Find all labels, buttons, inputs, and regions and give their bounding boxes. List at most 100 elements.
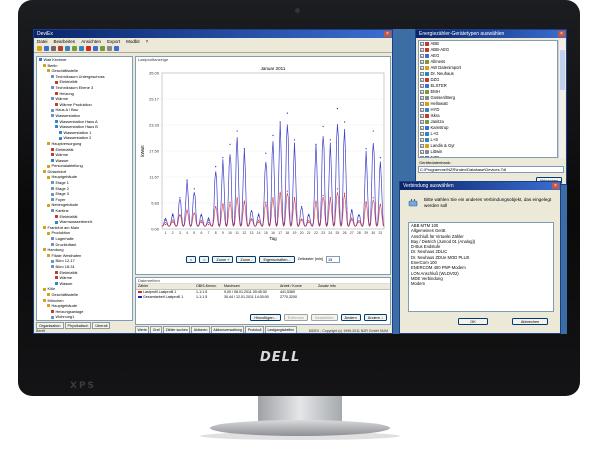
expand-icon[interactable]: +: [420, 90, 424, 94]
expand-icon[interactable]: +: [420, 144, 424, 148]
expand-icon[interactable]: +: [420, 156, 424, 157]
series-action-button[interactable]: Entfernen: [283, 314, 309, 321]
table-icon[interactable]: [93, 46, 98, 51]
manufacturer-icon: [424, 120, 429, 124]
connection-option[interactable]: Modem: [409, 281, 553, 286]
table-cell-text: Gesamtarbeit Lastprofil 1: [143, 295, 184, 299]
expand-icon[interactable]: +: [420, 72, 424, 76]
device-item[interactable]: + NZR: [419, 155, 557, 157]
properties-button[interactable]: Eigenschaften...: [259, 255, 295, 263]
close-icon[interactable]: ×: [384, 31, 391, 37]
menu-item[interactable]: Bearbeiten: [54, 38, 76, 45]
expand-icon[interactable]: +: [420, 120, 424, 124]
y-tick-label: 0.00: [151, 227, 160, 232]
expand-icon[interactable]: +: [420, 60, 424, 64]
expand-icon[interactable]: +: [420, 78, 424, 82]
device-db-path-field[interactable]: C:\Programme\NZR\index\Database\Devices.…: [418, 166, 564, 173]
ok-button[interactable]: OK: [458, 318, 488, 325]
expand-icon[interactable]: +: [420, 126, 424, 130]
data-point: [379, 203, 382, 206]
copy-icon[interactable]: [65, 46, 70, 51]
column-header[interactable]: Arbeit / Kurve: [280, 284, 318, 289]
zoom-in-button[interactable]: Zoom +: [212, 255, 234, 263]
next-button[interactable]: >: [199, 255, 210, 263]
column-header[interactable]: Maximum: [224, 284, 280, 289]
paste-icon[interactable]: [72, 46, 77, 51]
expand-icon[interactable]: +: [420, 132, 424, 136]
tree-node-icon: [47, 142, 50, 146]
tree-node-icon: [55, 80, 58, 84]
device-window-titlebar[interactable]: Energiezähler-Gerätetypen auswählen ×: [416, 30, 566, 38]
load-profile-chart[interactable]: 0.005.8311.6717.5023.3329.1735.001 2 3 4 5 6 7…: [136, 61, 390, 251]
cut-icon[interactable]: [58, 46, 63, 51]
data-point: [329, 139, 331, 141]
expand-icon[interactable]: +: [420, 84, 424, 88]
x-tick-label: 20: [300, 231, 304, 235]
copyright-text: DiDEX - Copyright (c) 1999-2011 NZR GmbH…: [308, 329, 388, 333]
tree-node-icon: [51, 237, 54, 241]
chart-icon[interactable]: [86, 46, 91, 51]
column-header[interactable]: OBIS-Kennz.: [196, 284, 224, 289]
expand-icon[interactable]: +: [420, 48, 424, 52]
export-icon[interactable]: [100, 46, 105, 51]
chart-pane: Lastprofilanzeige 0.00 5.83 11.67 17.50 23.3…: [135, 56, 391, 275]
status-bar: Bereit DiDEX - Copyright (c) 1999-2011 N…: [34, 328, 392, 333]
data-point: [286, 112, 288, 114]
data-point: [258, 221, 260, 223]
prev-button[interactable]: <: [185, 255, 197, 263]
main-window-titlebar[interactable]: DeviEx ×: [34, 30, 392, 38]
expand-icon[interactable]: +: [420, 96, 424, 100]
expand-icon[interactable]: +: [420, 138, 424, 142]
refresh-icon[interactable]: [79, 46, 84, 51]
data-point: [365, 201, 367, 203]
expand-icon[interactable]: +: [420, 42, 424, 46]
data-point: [344, 192, 346, 194]
menu-item[interactable]: ?: [146, 38, 149, 45]
save-icon[interactable]: [44, 46, 49, 51]
x-tick-label: 11: [235, 231, 239, 235]
tree-node-icon: [55, 282, 58, 286]
x-tick-label: 19: [293, 231, 297, 235]
zoom-out-button[interactable]: Zoom -: [236, 255, 257, 263]
tree-node-icon: [59, 131, 62, 135]
open-icon[interactable]: [37, 46, 42, 51]
window-title: DeviEx: [37, 31, 53, 37]
menu-item[interactable]: Ansichten: [81, 38, 101, 45]
series-action-button[interactable]: Ändern: [340, 314, 361, 321]
scrollbar-thumb[interactable]: [560, 50, 565, 90]
device-list-scrollbar[interactable]: [558, 40, 565, 158]
expand-icon[interactable]: +: [420, 102, 424, 106]
tree-node-icon: [51, 192, 54, 196]
expand-icon[interactable]: +: [420, 66, 424, 70]
tree-node-icon: [51, 209, 54, 213]
print-icon[interactable]: [51, 46, 56, 51]
data-point: [322, 125, 324, 128]
settings-icon[interactable]: [107, 46, 112, 51]
column-header[interactable]: Zusatz Info: [318, 284, 358, 289]
expand-icon[interactable]: +: [420, 114, 424, 118]
x-tick-label: 22: [314, 231, 318, 235]
y-tick-label: 35.00: [149, 71, 160, 76]
data-point: [336, 108, 339, 110]
column-header[interactable]: Zähler: [138, 284, 196, 289]
close-icon[interactable]: ×: [552, 183, 559, 189]
connection-dialog-message: Bitte wählen Sie ein anderes Verbindungs…: [424, 197, 552, 208]
menu-item[interactable]: Export: [107, 38, 120, 45]
data-point: [293, 139, 296, 141]
x-tick-label: 2: [172, 231, 174, 235]
series-action-button[interactable]: Bearbeiten: [311, 314, 338, 321]
table-row[interactable]: Gesamtarbeit Lastprofil 1 1-1:1.5 30,44 / …: [136, 295, 390, 300]
series-action-button[interactable]: Ändern ↓: [363, 314, 387, 321]
cancel-button[interactable]: Abbrechen: [512, 318, 548, 325]
connection-dialog-titlebar[interactable]: Verbindung auswählen ×: [400, 182, 560, 190]
help-icon[interactable]: [114, 46, 119, 51]
expand-icon[interactable]: +: [420, 108, 424, 112]
expand-icon[interactable]: +: [420, 150, 424, 154]
close-icon[interactable]: ×: [558, 31, 565, 37]
interval-select[interactable]: 15: [326, 255, 340, 263]
menu-item[interactable]: Datei: [37, 38, 48, 45]
tree-item[interactable]: Wohnung1: [37, 314, 132, 320]
menu-item[interactable]: Modbit: [126, 38, 140, 45]
series-action-button[interactable]: Hinzufügen...: [250, 314, 281, 321]
expand-icon[interactable]: +: [420, 54, 424, 58]
